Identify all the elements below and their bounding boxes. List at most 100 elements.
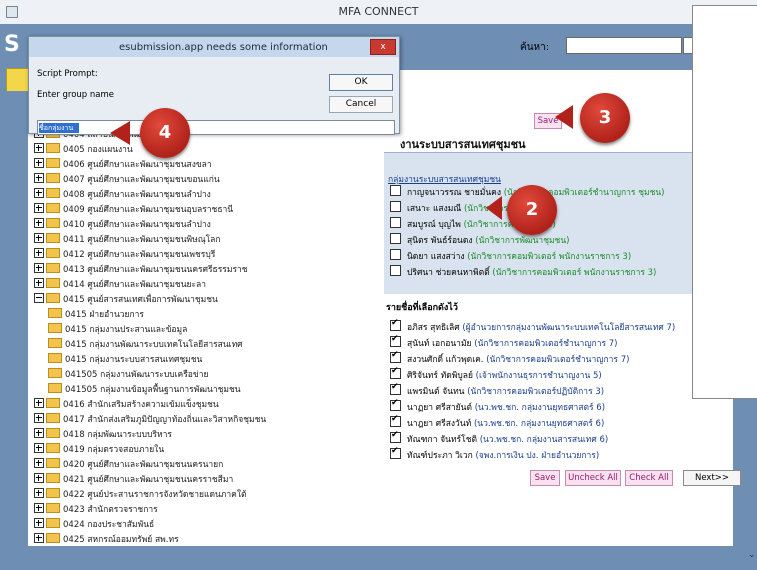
tree-item[interactable]: 0420 ศูนย์ศึกษาและพัฒนาชุมชนนครนายก: [34, 457, 223, 472]
tree-item[interactable]: 0422 ศูนย์ประสานราชการจังหวัดชายแดนภาคใต…: [34, 487, 247, 502]
expand-icon[interactable]: [34, 278, 44, 288]
tree-item[interactable]: 0415 ฝ่ายอำนวยการ: [48, 307, 144, 322]
save-button[interactable]: Save: [530, 470, 560, 486]
member-row[interactable]: สุนิตร พันธ์ร์อนดง (นักวิชาการพัฒนาชุมชน…: [390, 233, 569, 247]
selected-checkbox[interactable]: [390, 414, 401, 427]
expand-icon[interactable]: [34, 158, 44, 168]
dialog-titlebar: esubmission.app needs some information x: [29, 37, 399, 57]
expand-icon[interactable]: [34, 173, 44, 183]
tree-item[interactable]: 041505 กลุ่มงานพัฒนาระบบเครือข่าย: [48, 367, 208, 382]
group-name-input[interactable]: [37, 120, 395, 135]
tree-item-label: 0415 กลุ่มงานพัฒนาระบบเทคโนโลยีสารสนเทศ: [65, 340, 243, 350]
tree-item[interactable]: 0412 ศูนย์ศึกษาและพัฒนาชุมชนเพชรบุรี: [34, 247, 215, 262]
tree-item-label: 0413 ศูนย์ศึกษาและพัฒนาชุมชนนครศรีธรรมรา…: [63, 265, 248, 275]
panel-subtitle[interactable]: กลุ่มงานระบบสารสนเทศชุมชน: [388, 172, 501, 186]
selected-checkbox[interactable]: [390, 382, 401, 395]
ok-button[interactable]: OK: [329, 74, 393, 91]
selected-checkbox[interactable]: [390, 398, 401, 411]
member-checkbox[interactable]: [390, 265, 401, 276]
expand-icon[interactable]: [34, 413, 44, 423]
expand-icon[interactable]: [34, 398, 44, 408]
folder-icon: [46, 398, 60, 408]
expand-icon[interactable]: [34, 518, 44, 528]
selected-checkbox[interactable]: [390, 446, 401, 459]
tree-item[interactable]: 041505 กลุ่มงานข้อมูลพื้นฐานการพัฒนาชุมช…: [48, 382, 241, 397]
member-row[interactable]: ปริศนา ช่วยคนหาพิตติ์ (นักวิชาการคอมพิวเ…: [390, 265, 656, 279]
folder-icon: [46, 158, 60, 168]
scroll-down-icon[interactable]: ⌄: [748, 550, 756, 560]
expand-icon[interactable]: [34, 503, 44, 513]
selected-checkbox[interactable]: [390, 334, 401, 347]
uncheck-all-button[interactable]: Uncheck All: [565, 470, 621, 486]
expand-icon[interactable]: [34, 428, 44, 438]
expand-icon[interactable]: [34, 458, 44, 468]
tree-item-label: 0410 ศูนย์ศึกษาและพัฒนาชุมชนลำปาง: [63, 220, 211, 230]
tree-item[interactable]: 0414 ศูนย์ศึกษาและพัฒนาชุมชนยะลา: [34, 277, 206, 292]
enter-group-label: Enter group name: [37, 90, 115, 100]
member-checkbox[interactable]: [390, 217, 401, 228]
tree-item[interactable]: 0406 ศูนย์ศึกษาและพัฒนาชุมชนสงขลา: [34, 157, 212, 172]
expand-icon[interactable]: [34, 263, 44, 273]
expand-icon[interactable]: [34, 488, 44, 498]
member-name: สมบูรณ์ บุญไพ: [407, 220, 461, 230]
member-row[interactable]: นิดยา แสงสว่าง (นักวิชาการคอมพิวเตอร์ พน…: [390, 249, 631, 263]
tree-item[interactable]: 0417 สำนักส่งเสริมภูมิปัญญาท้องถิ่นและวิ…: [34, 412, 266, 427]
tree-item[interactable]: 0424 กองประชาสัมพันธ์: [34, 517, 154, 532]
tree-item[interactable]: 0415 กลุ่มงานประสานและข้อมูล: [48, 322, 187, 337]
selected-row[interactable]: อภิสร สุทธิเลิศ (ผู้อำนวยการกลุ่มงานพัฒน…: [390, 318, 675, 334]
tree-item[interactable]: 0419 กลุ่มตรวจสอบภายใน: [34, 442, 164, 457]
member-checkbox[interactable]: [390, 185, 401, 196]
expand-icon[interactable]: [34, 233, 44, 243]
selected-checkbox[interactable]: [390, 430, 401, 443]
member-checkbox[interactable]: [390, 233, 401, 244]
selected-checkbox[interactable]: [390, 318, 401, 331]
expand-icon[interactable]: [34, 533, 44, 543]
selected-checkbox[interactable]: [390, 366, 401, 379]
member-checkbox[interactable]: [390, 249, 401, 260]
tree-item[interactable]: 0408 ศูนย์ศึกษาและพัฒนาชุมชนลำปาง: [34, 187, 211, 202]
expand-icon[interactable]: [34, 218, 44, 228]
dialog-close-button[interactable]: x: [370, 39, 396, 55]
tree-item[interactable]: 0423 สำนักตรวจราชการ: [34, 502, 158, 517]
tree-item[interactable]: 0410 ศูนย์ศึกษาและพัฒนาชุมชนลำปาง: [34, 217, 211, 232]
tree-item[interactable]: 0416 สำนักเสริมสร้างความเข้มแข็งชุมชน: [34, 397, 219, 412]
selected-row[interactable]: สงวนศักดิ์ แก้วพุดเค. (นักวิชาการคอมพิวเ…: [390, 350, 629, 366]
tree-item[interactable]: 0415 กลุ่มงานพัฒนาระบบเทคโนโลยีสารสนเทศ: [48, 337, 243, 352]
expand-icon[interactable]: [34, 248, 44, 258]
folder-icon: [46, 458, 60, 468]
tree-item-label: 0425 สหกรณ์ออมทรัพย์ สพ.ทร: [63, 535, 179, 545]
selected-row[interactable]: ทัณฑ์ประภา วิเวก (จพง.การเงิน ปง. ฝ่ายอำ…: [390, 446, 599, 462]
selected-name: แพรมินต์ จันทน: [407, 387, 465, 397]
expand-icon[interactable]: [34, 143, 44, 153]
expand-icon[interactable]: [34, 188, 44, 198]
folder-icon: [48, 338, 62, 348]
selected-row[interactable]: ศิริจันทร์ ทัดพิบูลย์ (เจ้าพนักงานธุรการ…: [390, 366, 602, 382]
tree-item[interactable]: 0421 ศูนย์ศึกษาและพัฒนาชุมชนนครราชสีมา: [34, 472, 233, 487]
member-name: ปริศนา ช่วยคนหาพิตติ์: [407, 268, 490, 278]
selected-role: (นักวิชาการคอมพิวเตอร์ปฏิบัติการ 3): [467, 387, 605, 397]
collapse-icon[interactable]: [34, 293, 44, 303]
selected-row[interactable]: สุนันท์ เอกอนามัย (นักวิชาการคอมพิวเตอร์…: [390, 334, 617, 350]
tree-item[interactable]: 0415 ศูนย์สารสนเทศเพื่อการพัฒนาชุมชน: [34, 292, 218, 307]
next-button[interactable]: Next>>: [683, 470, 741, 486]
selected-row[interactable]: แพรมินต์ จันทน (นักวิชาการคอมพิวเตอร์ปฏิ…: [390, 382, 605, 398]
selected-row[interactable]: ทัณฑกา จันทร์โชติ (นว.พช.ชก. กลุ่มงานสาร…: [390, 430, 608, 446]
tree-item[interactable]: 0409 ศูนย์ศึกษาและพัฒนาชุมชนอุบลราชธานี: [34, 202, 233, 217]
selected-checkbox[interactable]: [390, 350, 401, 363]
expand-icon[interactable]: [34, 443, 44, 453]
tree-item[interactable]: 0425 สหกรณ์ออมทรัพย์ สพ.ทร: [34, 532, 179, 547]
tree-item[interactable]: 0413 ศูนย์ศึกษาและพัฒนาชุมชนนครศรีธรรมรา…: [34, 262, 248, 277]
cancel-button[interactable]: Cancel: [329, 96, 393, 113]
search-input[interactable]: [566, 37, 682, 54]
selected-row[interactable]: นาฎยา ศรีสงวันท์ (นว.พช.ชก. กลุ่มงานยุทธ…: [390, 414, 604, 430]
check-all-button[interactable]: Check All: [625, 470, 673, 486]
tree-item[interactable]: 0418 กลุ่มพัฒนาระบบบริหาร: [34, 427, 172, 442]
tree-item[interactable]: 0407 ศูนย์ศึกษาและพัฒนาชุมชนขอนแก่น: [34, 172, 220, 187]
member-checkbox[interactable]: [390, 201, 401, 212]
selected-row[interactable]: นาฏยา ศรีสายันต์ (นว.พช.ชก. กลุ่มงานยุทธ…: [390, 398, 605, 414]
folder-icon: [46, 518, 60, 528]
tree-item[interactable]: 0411 ศูนย์ศึกษาและพัฒนาชุมชนพิษณุโลก: [34, 232, 221, 247]
tree-item[interactable]: 0415 กลุ่มงานระบบสารสนเทศชุมชน: [48, 352, 202, 367]
expand-icon[interactable]: [34, 203, 44, 213]
expand-icon[interactable]: [34, 473, 44, 483]
